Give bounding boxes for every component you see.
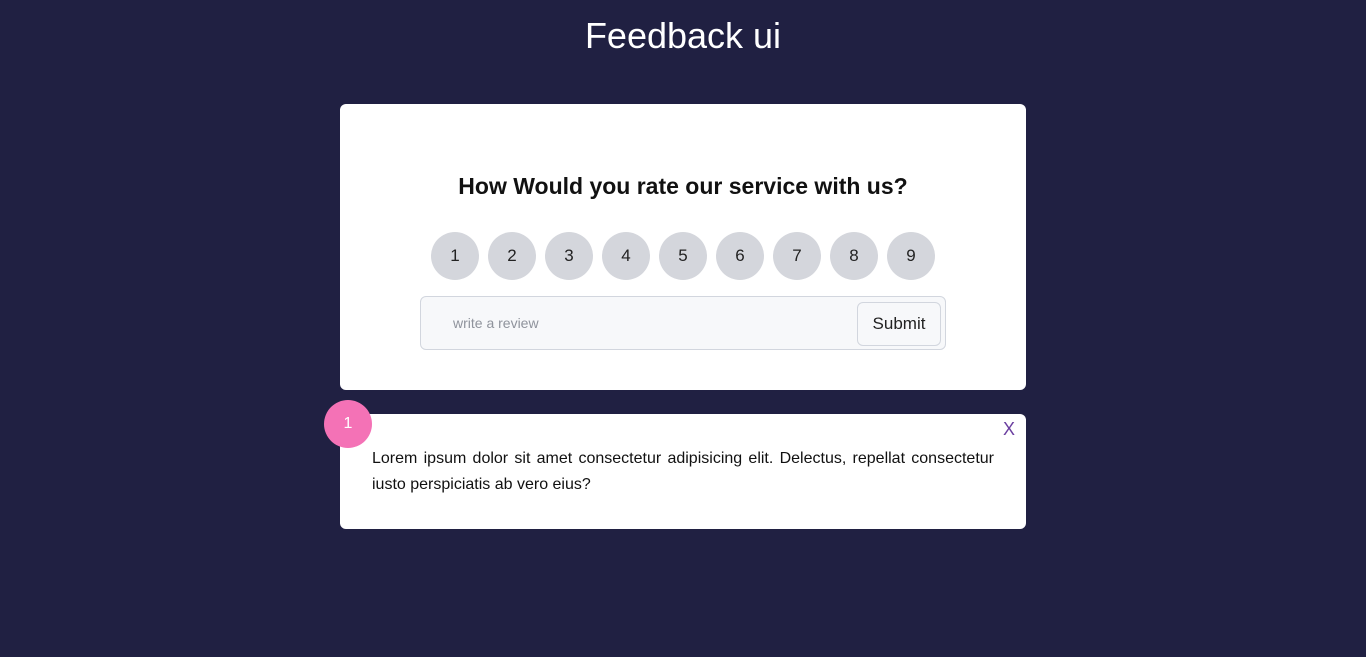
rating-list: 1 2 3 4 5 6 7 8 9 — [431, 232, 935, 280]
rating-option-8[interactable]: 8 — [830, 232, 878, 280]
submit-button[interactable]: Submit — [857, 302, 941, 346]
feedback-item: 1 X Lorem ipsum dolor sit amet consectet… — [324, 400, 1026, 529]
feedback-text: Lorem ipsum dolor sit amet consectetur a… — [372, 450, 994, 493]
feedback-rating-badge: 1 — [324, 400, 372, 448]
rating-option-4[interactable]: 4 — [602, 232, 650, 280]
rating-option-5[interactable]: 5 — [659, 232, 707, 280]
rating-question: How Would you rate our service with us? — [458, 173, 908, 199]
rating-option-3[interactable]: 3 — [545, 232, 593, 280]
rating-option-1[interactable]: 1 — [431, 232, 479, 280]
close-icon[interactable]: X — [1000, 418, 1018, 440]
page-title: Feedback ui — [584, 15, 782, 56]
rating-option-2[interactable]: 2 — [488, 232, 536, 280]
rating-card: How Would you rate our service with us? … — [340, 104, 1026, 390]
review-input[interactable] — [433, 305, 853, 341]
rating-option-9[interactable]: 9 — [887, 232, 935, 280]
rating-option-7[interactable]: 7 — [773, 232, 821, 280]
rating-option-6[interactable]: 6 — [716, 232, 764, 280]
review-form: Submit — [420, 296, 946, 350]
